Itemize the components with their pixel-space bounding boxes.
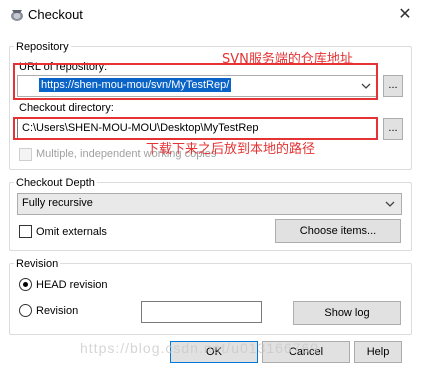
window-title: Checkout: [28, 7, 83, 22]
close-icon[interactable]: ✕: [396, 6, 414, 24]
show-log-button[interactable]: Show log: [293, 301, 401, 325]
csdn-watermark: https://blog.csdn.net/u013166769: [80, 340, 320, 356]
revision-group-title: Revision: [14, 258, 61, 270]
url-annotation-box: [13, 63, 378, 100]
revision-number-field[interactable]: [141, 301, 262, 323]
local-path-annotation: 下载下来之后放到本地的路径: [146, 142, 316, 157]
browse-directory-button[interactable]: ...: [383, 118, 403, 140]
chevron-down-icon: [385, 201, 395, 207]
help-button[interactable]: Help: [354, 341, 402, 363]
omit-externals-label: Omit externals: [36, 226, 107, 238]
tortoisesvn-checkout-icon: [9, 7, 25, 23]
depth-combo[interactable]: Fully recursive: [17, 193, 402, 215]
repository-group-title: Repository: [14, 41, 71, 53]
svn-address-annotation: SVN服务端的仓库地址: [222, 52, 353, 67]
multiple-working-copies-checkbox[interactable]: [19, 148, 32, 161]
depth-value: Fully recursive: [22, 197, 93, 209]
browse-repository-button[interactable]: ...: [383, 75, 403, 97]
revision-radio[interactable]: [19, 304, 32, 317]
title-bar: Checkout ✕: [0, 0, 422, 30]
revision-label: Revision: [36, 305, 79, 317]
omit-externals-checkbox[interactable]: [19, 225, 32, 238]
head-revision-radio[interactable]: [19, 278, 32, 291]
checkout-directory-label: Checkout directory:: [19, 102, 114, 114]
directory-annotation-box: [13, 117, 378, 140]
choose-items-button[interactable]: Choose items...: [275, 219, 401, 243]
checkout-depth-group-title: Checkout Depth: [14, 177, 97, 189]
head-revision-label: HEAD revision: [36, 279, 108, 291]
